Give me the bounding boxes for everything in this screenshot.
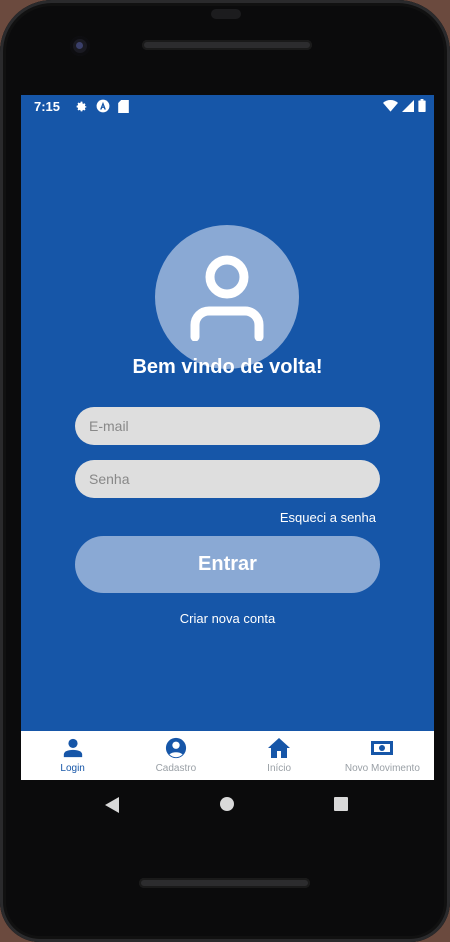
enter-button[interactable]: Entrar <box>75 536 380 593</box>
tab-cadastro[interactable]: Cadastro <box>124 731 227 780</box>
tab-label: Cadastro <box>155 763 197 774</box>
top-notch <box>211 9 241 19</box>
avatar <box>155 225 299 369</box>
gear-icon <box>76 101 87 111</box>
phone-frame: 7:15 Bem vindo de volta! Esqueci a senha… <box>0 0 450 942</box>
battery-icon <box>418 99 426 112</box>
person-icon <box>63 738 82 758</box>
bottom-tab-bar: Login Cadastro Início Novo Movimento <box>21 731 434 780</box>
sd-card-icon <box>118 99 129 113</box>
bottom-speaker <box>139 878 310 888</box>
forgot-password-link[interactable]: Esqueci a senha <box>280 510 376 525</box>
tab-label: Login <box>60 763 85 774</box>
signal-icon <box>402 99 414 112</box>
tab-novo-movimento[interactable]: Novo Movimento <box>331 731 434 780</box>
home-icon <box>268 738 291 758</box>
password-field[interactable] <box>75 460 380 498</box>
app-screen: 7:15 Bem vindo de volta! Esqueci a senha… <box>21 95 434 780</box>
tab-inicio[interactable]: Início <box>228 731 331 780</box>
create-account-link[interactable]: Criar nova conta <box>21 611 434 626</box>
wifi-icon <box>383 99 398 112</box>
welcome-heading: Bem vindo de volta! <box>132 356 323 378</box>
system-nav-bar <box>21 780 434 828</box>
email-field[interactable] <box>75 407 380 445</box>
android-a-icon <box>96 99 110 113</box>
front-camera <box>70 36 90 56</box>
user-outline-icon <box>190 255 264 341</box>
tab-label: Novo Movimento <box>344 763 420 774</box>
account-circle-icon <box>165 737 186 759</box>
top-speaker <box>142 40 312 50</box>
status-bar: 7:15 <box>21 95 434 119</box>
recent-apps-button[interactable] <box>334 797 348 811</box>
tab-login[interactable]: Login <box>21 731 124 780</box>
home-button[interactable] <box>220 797 234 811</box>
back-icon[interactable] <box>105 797 119 813</box>
tab-label: Início <box>267 763 292 774</box>
money-icon <box>371 741 394 755</box>
status-time: 7:15 <box>34 99 61 114</box>
